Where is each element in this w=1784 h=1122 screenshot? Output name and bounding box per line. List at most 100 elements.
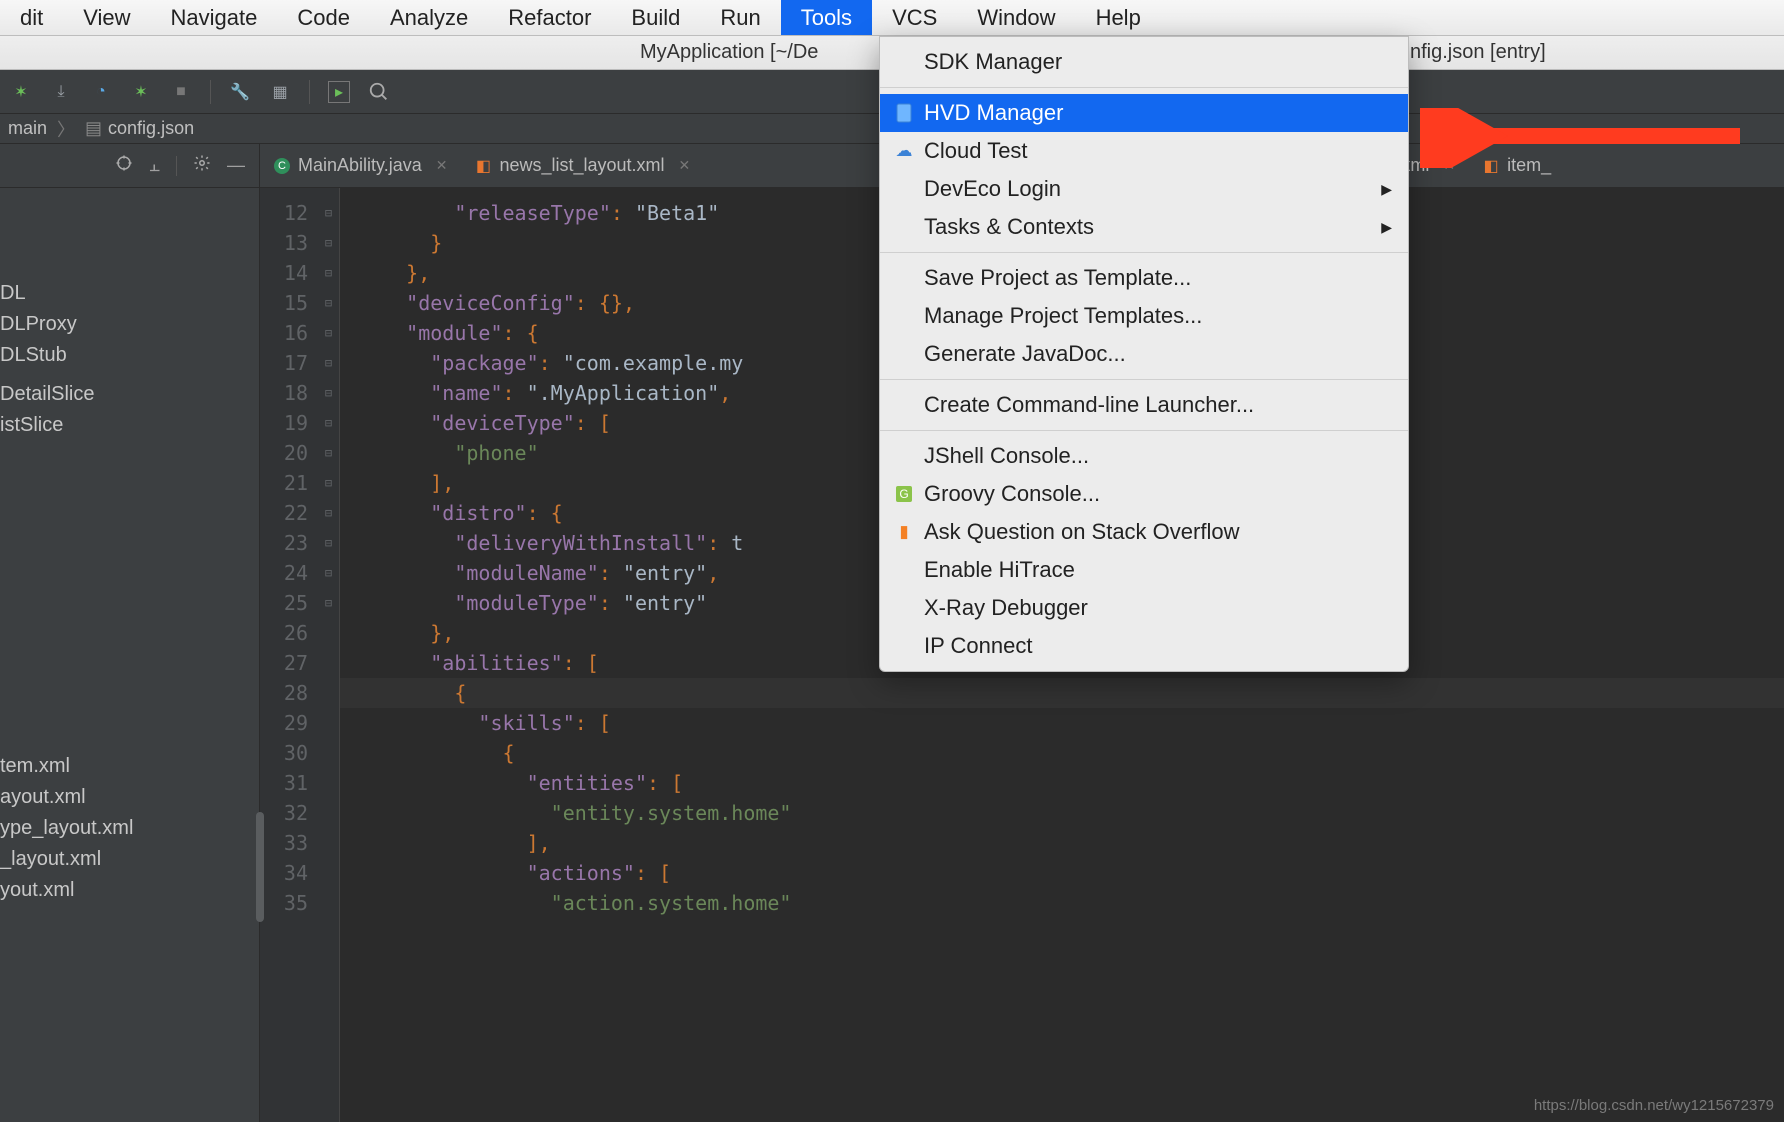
target-icon[interactable] [115,154,133,177]
menu-help[interactable]: Help [1076,0,1161,35]
tree-item[interactable]: DetailSlice [0,379,259,410]
menu-item-label: Create Command-line Launcher... [924,392,1254,418]
tab-label: MainAbility.java [298,155,422,176]
fold-column[interactable]: ⊟⊟ ⊟ ⊟ ⊟⊟ ⊟⊟⊟⊟⊟⊟ ⊟⊟ [318,188,340,1122]
menu-item-create-command-line-launcher[interactable]: Create Command-line Launcher... [880,386,1408,424]
menu-separator [880,252,1408,253]
tools-dropdown[interactable]: SDK Manager HVD Manager ☁ Cloud Test DevEco … [879,36,1409,672]
watermark: https://blog.csdn.net/wy1215672379 [1534,1097,1774,1114]
menu-build[interactable]: Build [611,0,700,35]
menu-item-label: Manage Project Templates... [924,303,1202,329]
tree-item[interactable]: ayout.xml [0,782,259,813]
cloud-icon: ☁ [894,141,914,161]
minimize-icon[interactable]: — [227,155,245,176]
play-icon[interactable]: ▸ [328,81,350,103]
menu-item-hvd-manager[interactable]: HVD Manager [880,94,1408,132]
mac-menu-bar: ditViewNavigateCodeAnalyzeRefactorBuildR… [0,0,1784,36]
project-tree-bottom[interactable]: tem.xmlayout.xmlype_layout.xml_layout.xm… [0,441,259,906]
wrench-icon[interactable]: 🔧 [229,81,251,103]
scrollbar-thumb[interactable] [256,812,264,922]
chevron-right-icon: ▶ [1381,219,1392,236]
tree-item[interactable]: DL [0,278,259,309]
menu-vcs[interactable]: VCS [872,0,957,35]
title-left: MyApplication [~/De [640,41,818,64]
menu-window[interactable]: Window [957,0,1075,35]
groovy-icon: G [894,484,914,504]
tree-item[interactable]: _layout.xml [0,844,259,875]
menu-item-label: IP Connect [924,633,1032,659]
breadcrumb-seg[interactable]: main [8,118,47,139]
menu-item-cloud-test[interactable]: ☁ Cloud Test [880,132,1408,170]
menu-item-jshell-console[interactable]: JShell Console... [880,437,1408,475]
menu-item-label: SDK Manager [924,49,1062,75]
breadcrumb-seg[interactable]: config.json [108,118,194,139]
menu-item-label: X-Ray Debugger [924,595,1088,621]
tab-label: news_list_layout.xml [499,155,664,176]
chevron-right-icon: ▶ [1381,181,1392,198]
menu-item-tasks-contexts[interactable]: Tasks & Contexts ▶ [880,208,1408,246]
close-icon[interactable]: ✕ [430,157,448,174]
menu-item-label: Cloud Test [924,138,1028,164]
tree-item[interactable]: ype_layout.xml [0,813,259,844]
menu-analyze[interactable]: Analyze [370,0,488,35]
menu-item-label: HVD Manager [924,100,1063,126]
grid-icon[interactable]: ▦ [269,81,291,103]
menu-item-groovy-console[interactable]: G Groovy Console... [880,475,1408,513]
tree-item[interactable]: yout.xml [0,875,259,906]
stop-icon[interactable]: ■ [170,81,192,103]
line-gutter: 1213141516171819202122232425262728293031… [260,188,318,1122]
menu-item-label: Groovy Console... [924,481,1100,507]
menu-item-enable-hitrace[interactable]: Enable HiTrace [880,551,1408,589]
menu-item-x-ray-debugger[interactable]: X-Ray Debugger [880,589,1408,627]
menu-item-generate-javadoc[interactable]: Generate JavaDoc... [880,335,1408,373]
editor-tab[interactable]: C MainAbility.java ✕ [260,144,461,187]
tree-item[interactable]: tem.xml [0,751,259,782]
file-icon: ▤ [85,118,102,139]
menu-item-label: JShell Console... [924,443,1089,469]
beetle-icon[interactable]: ✶ [10,81,32,103]
menu-item-label: Tasks & Contexts [924,214,1094,240]
red-arrow-annotation [1420,108,1750,173]
menu-dit[interactable]: dit [0,0,63,35]
menu-item-manage-project-templates[interactable]: Manage Project Templates... [880,297,1408,335]
so-icon: ▮ [894,522,914,542]
menu-item-ask-question-on-stack-overflow[interactable]: ▮Ask Question on Stack Overflow [880,513,1408,551]
class-icon: C [274,158,290,174]
toolbar-sep-2 [309,80,310,104]
tree-item[interactable]: DLStub [0,340,259,371]
toolbar-sep [210,80,211,104]
menu-view[interactable]: View [63,0,150,35]
update-icon[interactable]: ⤓ [50,81,72,103]
title-right: nfig.json [entry] [1410,41,1546,64]
tree-item[interactable]: DLProxy [0,309,259,340]
close-icon[interactable]: ✕ [673,157,691,174]
xml-icon: ◧ [475,158,491,174]
menu-item-save-project-as-template[interactable]: Save Project as Template... [880,259,1408,297]
menu-item-deveco-login[interactable]: DevEco Login ▶ [880,170,1408,208]
project-tree-top[interactable]: DLDLProxyDLStub DetailSliceistSlice [0,188,259,441]
menu-code[interactable]: Code [277,0,370,35]
menu-run[interactable]: Run [700,0,780,35]
menu-item-sdk-manager[interactable]: SDK Manager [880,43,1408,81]
menu-refactor[interactable]: Refactor [488,0,611,35]
gear-icon[interactable] [193,154,211,177]
split-icon[interactable]: ⫠ [149,155,160,176]
chevron-right-icon: 〉 [53,116,79,142]
beetle-right-icon[interactable]: ✶ [130,81,152,103]
sep [176,156,177,176]
sidebar-toolbar: ⫠ — [0,144,259,188]
speedometer-icon[interactable]: ◔ [90,81,112,103]
menu-navigate[interactable]: Navigate [151,0,278,35]
tree-item[interactable]: istSlice [0,410,259,441]
menu-separator [880,430,1408,431]
menu-separator [880,379,1408,380]
menu-item-ip-connect[interactable]: IP Connect [880,627,1408,665]
tree-item[interactable] [0,371,259,379]
menu-item-label: Generate JavaDoc... [924,341,1126,367]
search-icon[interactable] [368,81,390,103]
editor-tab[interactable]: ◧ news_list_layout.xml ✕ [461,144,704,187]
project-sidebar: ⫠ — DLDLProxyDLStub DetailSliceistSlice t… [0,144,260,1122]
menu-tools[interactable]: Tools [781,0,872,35]
menu-item-label: DevEco Login [924,176,1061,202]
menu-item-label: Save Project as Template... [924,265,1191,291]
